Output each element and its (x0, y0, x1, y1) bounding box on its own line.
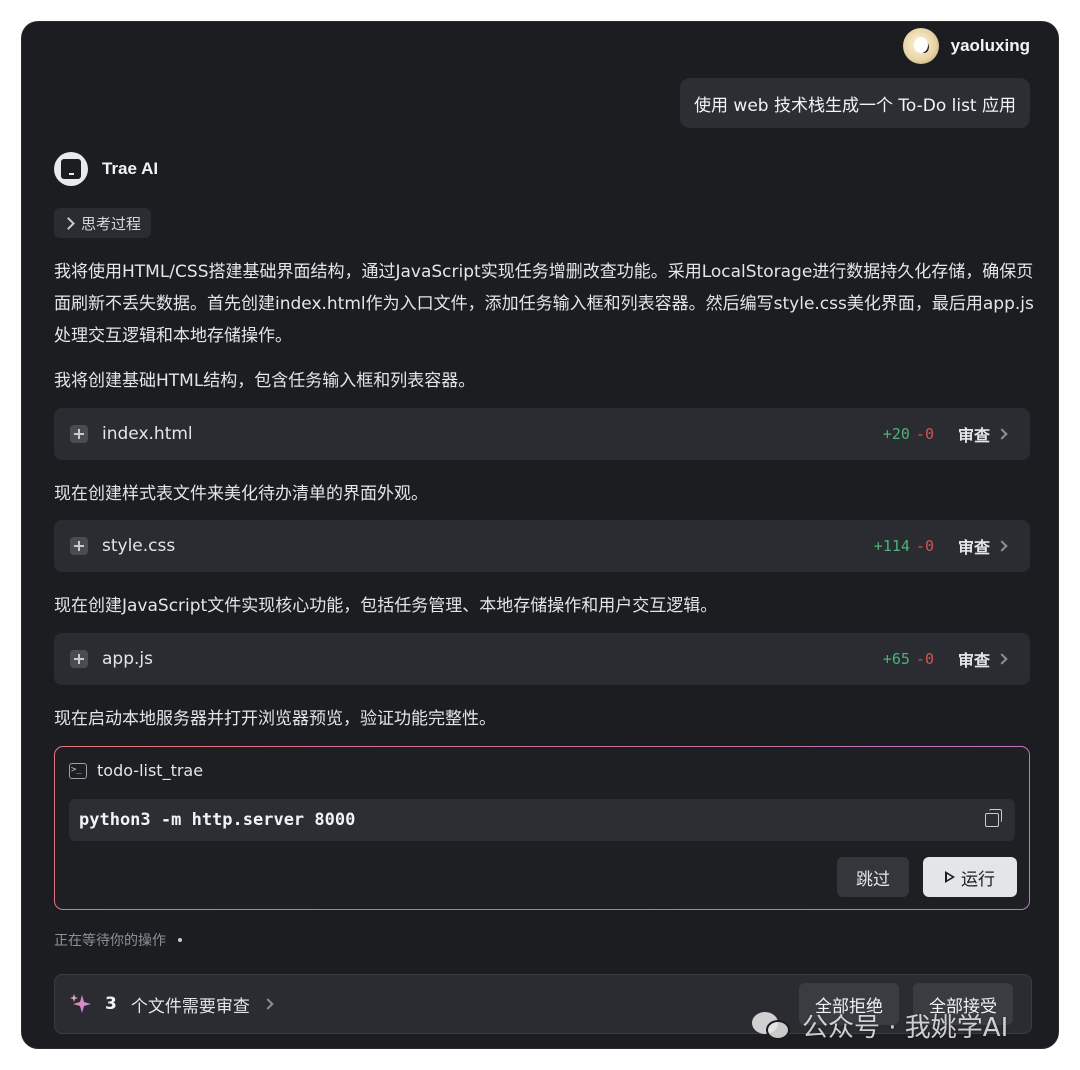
file-card-style-css[interactable]: style.css +114 -0 审查 (54, 520, 1030, 572)
chevron-right-icon (62, 216, 75, 230)
chevron-right-icon (262, 998, 274, 1010)
command-text: python3 -m http.server 8000 (79, 810, 356, 830)
diff-stats: +114 -0 (873, 537, 934, 555)
plan-paragraph: 我将使用HTML/CSS搭建基础界面结构，通过JavaScript实现任务增删改… (54, 262, 1034, 346)
user-name: yaoluxing (950, 36, 1030, 55)
terminal-header: >_ todo-list_trae (69, 761, 203, 780)
diff-stats: +20 -0 (882, 425, 934, 443)
review-button[interactable]: 审查 (958, 647, 1008, 671)
chevron-right-icon (996, 428, 1008, 440)
watermark-text: 公众号 · 我姚学AI (802, 1013, 1009, 1043)
review-button[interactable]: 审查 (958, 422, 1008, 446)
file-name: app.js (102, 649, 153, 669)
file-add-icon (70, 650, 88, 668)
terminal-card: >_ todo-list_trae python3 -m http.server… (54, 746, 1030, 910)
file-name: style.css (102, 536, 176, 556)
command-box: python3 -m http.server 8000 (69, 799, 1015, 841)
review-summary-text: 个文件需要审查 (130, 996, 250, 1017)
ai-name: Trae AI (102, 159, 159, 178)
status-line: 正在等待你的操作 (54, 930, 182, 950)
file-card-app-js[interactable]: app.js +65 -0 审查 (54, 633, 1030, 685)
loading-dot-icon (178, 938, 182, 942)
sparkle-icon (70, 994, 91, 1013)
skip-button[interactable]: 跳过 (837, 857, 909, 897)
chat-window: yaoluxing 使用 web 技术栈生成一个 To-Do list 应用 T… (22, 22, 1058, 1048)
step-text: 现在启动本地服务器并打开浏览器预览，验证功能完整性。 (54, 709, 496, 729)
thinking-label: 思考过程 (81, 214, 142, 233)
user-header: yaoluxing (902, 28, 1030, 64)
step-text: 现在创建样式表文件来美化待办清单的界面外观。 (54, 484, 428, 504)
terminal-icon: >_ (69, 762, 87, 779)
trae-logo-icon (54, 152, 88, 186)
file-add-icon (70, 425, 88, 443)
wechat-icon (752, 1010, 792, 1042)
step-text: 现在创建JavaScript文件实现核心功能，包括任务管理、本地存储操作和用户交… (54, 596, 718, 616)
status-text: 正在等待你的操作 (54, 933, 166, 949)
chevron-right-icon (996, 653, 1008, 665)
thinking-process-toggle[interactable]: 思考过程 (54, 208, 152, 238)
copy-icon[interactable] (985, 809, 1002, 827)
chevron-right-icon (996, 540, 1008, 552)
review-count: 3 (105, 994, 117, 1014)
user-avatar (902, 28, 939, 64)
review-button[interactable]: 审查 (958, 534, 1008, 558)
file-add-icon (70, 537, 88, 555)
play-icon (945, 871, 955, 883)
file-card-index-html[interactable]: index.html +20 -0 审查 (54, 408, 1030, 460)
user-message-bubble: 使用 web 技术栈生成一个 To-Do list 应用 (680, 78, 1030, 128)
run-label: 运行 (961, 869, 995, 890)
terminal-name: todo-list_trae (97, 761, 204, 780)
diff-stats: +65 -0 (882, 650, 934, 668)
run-button[interactable]: 运行 (923, 857, 1017, 897)
file-name: index.html (102, 424, 193, 444)
watermark: 公众号 · 我姚学AI (752, 1007, 1008, 1044)
ai-header: Trae AI (54, 152, 158, 186)
step-text: 我将创建基础HTML结构，包含任务输入框和列表容器。 (54, 371, 476, 391)
